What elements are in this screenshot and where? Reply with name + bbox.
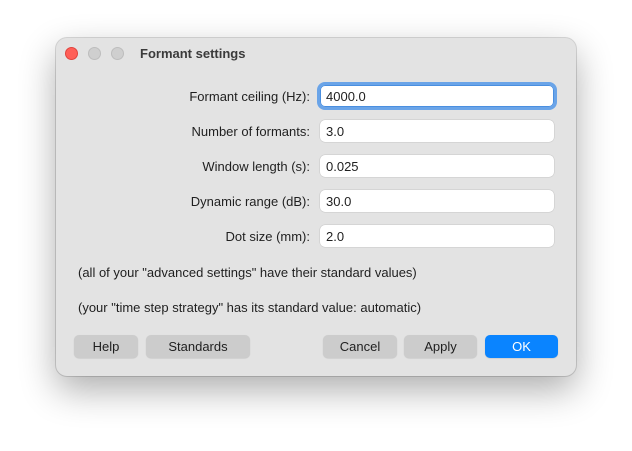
zoom-window-button[interactable] — [111, 47, 124, 60]
window-length-field[interactable] — [320, 155, 554, 177]
advanced-settings-note: (all of your "advanced settings" have th… — [78, 265, 417, 280]
dynamic-range-label: Dynamic range (dB): — [190, 194, 310, 209]
dot-size-label: Dot size (mm): — [225, 229, 311, 244]
number-of-formants-label: Number of formants: — [191, 124, 311, 139]
close-window-button[interactable] — [65, 47, 78, 60]
ok-button[interactable]: OK — [485, 335, 558, 358]
number-of-formants-field[interactable] — [320, 120, 554, 142]
cancel-button[interactable]: Cancel — [323, 335, 397, 358]
formant-ceiling-label: Formant ceiling (Hz): — [189, 89, 310, 104]
title-bar[interactable]: Formant settings — [56, 38, 576, 70]
time-step-strategy-note: (your "time step strategy" has its stand… — [78, 300, 422, 315]
help-button[interactable]: Help — [74, 335, 138, 358]
formant-ceiling-field[interactable] — [320, 85, 554, 107]
minimize-window-button[interactable] — [88, 47, 101, 60]
window-title: Formant settings — [140, 46, 246, 61]
window-length-label: Window length (s): — [202, 159, 310, 174]
standards-button[interactable]: Standards — [146, 335, 250, 358]
dot-size-field[interactable] — [320, 225, 554, 247]
formant-settings-dialog: Formant settings Formant ceiling (Hz): N… — [56, 38, 576, 376]
dynamic-range-field[interactable] — [320, 190, 554, 212]
apply-button[interactable]: Apply — [404, 335, 477, 358]
